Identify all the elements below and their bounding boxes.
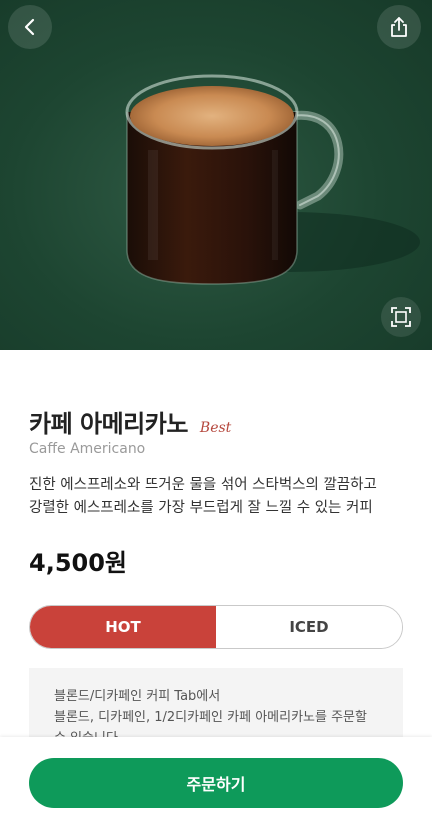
temperature-option-hot[interactable]: HOT — [30, 606, 216, 648]
expand-icon — [391, 307, 411, 327]
description-line: 강렬한 에스프레소를 가장 부드럽게 잘 느낄 수 있는 커피 — [29, 500, 373, 516]
product-name: 카페 아메리카노 — [29, 410, 188, 438]
share-button[interactable] — [377, 5, 421, 49]
description-line: 진한 에스프레소와 뜨거운 물을 섞어 스타벅스의 깔끔하고 — [29, 477, 377, 493]
chevron-left-icon — [24, 18, 35, 36]
share-icon — [391, 17, 407, 37]
product-price: 4,500원 — [29, 549, 127, 577]
product-english-name: Caffe Americano — [29, 441, 146, 457]
back-button[interactable] — [8, 5, 52, 49]
expand-image-button[interactable] — [381, 297, 421, 337]
temperature-option-iced[interactable]: ICED — [216, 606, 402, 648]
bottom-action-bar: 주문하기 — [0, 737, 432, 839]
product-title-row: 카페 아메리카노 Best — [29, 404, 231, 439]
best-badge: Best — [199, 420, 232, 436]
temperature-toggle: HOT ICED — [29, 605, 403, 649]
info-line: 블론드, 디카페인, 1/2디카페인 카페 아메리카노를 주문할 — [54, 710, 367, 725]
product-description: 진한 에스프레소와 뜨거운 물을 섞어 스타벅스의 깔끔하고 강렬한 에스프레소… — [29, 474, 409, 520]
product-image-area — [0, 0, 432, 350]
order-button[interactable]: 주문하기 — [29, 758, 403, 808]
americano-mug-image — [125, 74, 420, 285]
info-line: 블론드/디카페인 커피 Tab에서 — [54, 689, 221, 704]
